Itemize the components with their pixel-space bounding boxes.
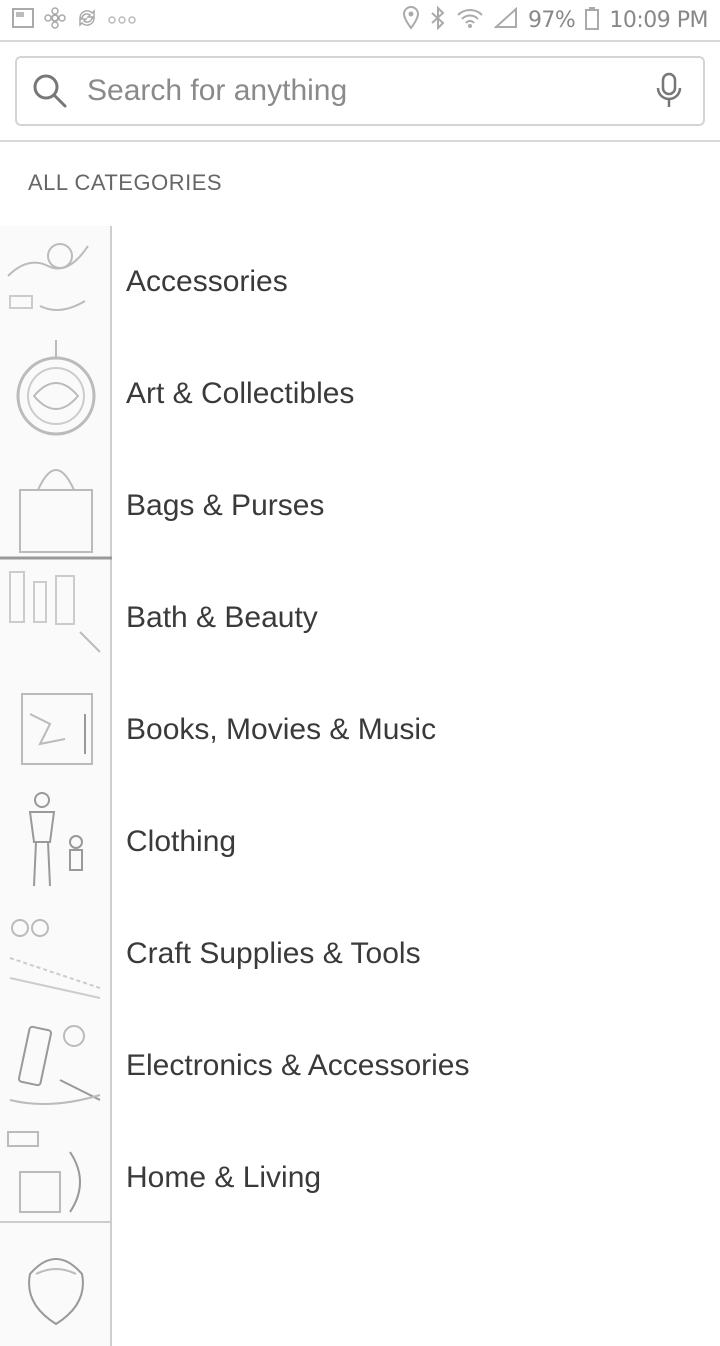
category-label: Bags & Purses (126, 489, 325, 522)
category-label: Clothing (126, 825, 237, 858)
category-thumbnail (0, 898, 112, 1010)
category-thumbnail (0, 338, 112, 450)
status-bar: 97% 10:09 PM (0, 0, 720, 40)
category-label: Craft Supplies & Tools (126, 937, 421, 970)
category-thumbnail (0, 226, 112, 338)
category-label: Art & Collectibles (126, 377, 355, 410)
category-thumbnail (0, 562, 112, 674)
category-bags-purses[interactable]: Bags & Purses (0, 450, 720, 562)
section-heading: ALL CATEGORIES (28, 170, 223, 195)
search-input[interactable] (87, 74, 653, 108)
status-right-icons: 97% 10:09 PM (402, 5, 708, 34)
search-bar[interactable] (15, 56, 705, 126)
microphone-icon[interactable] (653, 72, 685, 110)
category-thumbnail (0, 1122, 112, 1234)
category-craft-supplies-tools[interactable]: Craft Supplies & Tools (0, 898, 720, 1010)
category-bath-beauty[interactable]: Bath & Beauty (0, 562, 720, 674)
category-label: Accessories (126, 265, 288, 298)
category-label: Books, Movies & Music (126, 713, 437, 746)
category-partial[interactable] (0, 1234, 720, 1346)
status-bar-divider (0, 40, 720, 42)
search-divider (0, 140, 720, 142)
signal-icon (493, 6, 518, 33)
category-thumbnail (0, 450, 112, 562)
bluetooth-icon (430, 5, 446, 34)
battery-icon (585, 6, 600, 34)
category-label: Bath & Beauty (126, 601, 318, 634)
photo-icon (12, 8, 34, 32)
battery-percentage: 97% (527, 7, 576, 33)
category-list: Accessories Art & Collectibles Bags & Pu… (0, 226, 720, 1346)
status-time: 10:09 PM (609, 7, 708, 33)
status-left-icons (12, 7, 136, 33)
category-books-movies-music[interactable]: Books, Movies & Music (0, 674, 720, 786)
category-electronics-accessories[interactable]: Electronics & Accessories (0, 1010, 720, 1122)
category-thumbnail (0, 674, 112, 786)
location-icon (402, 5, 420, 34)
category-art-collectibles[interactable]: Art & Collectibles (0, 338, 720, 450)
pinwheel-icon (44, 7, 66, 33)
category-clothing[interactable]: Clothing (0, 786, 720, 898)
more-dots-icon (108, 10, 136, 30)
sync-icon (76, 7, 98, 33)
category-thumbnail (0, 1234, 112, 1346)
category-thumbnail (0, 786, 112, 898)
category-label: Home & Living (126, 1161, 322, 1194)
category-home-living[interactable]: Home & Living (0, 1122, 720, 1234)
search-icon (33, 74, 67, 108)
category-label: Electronics & Accessories (126, 1049, 470, 1082)
category-accessories[interactable]: Accessories (0, 226, 720, 338)
category-thumbnail (0, 1010, 112, 1122)
wifi-icon (456, 7, 484, 33)
